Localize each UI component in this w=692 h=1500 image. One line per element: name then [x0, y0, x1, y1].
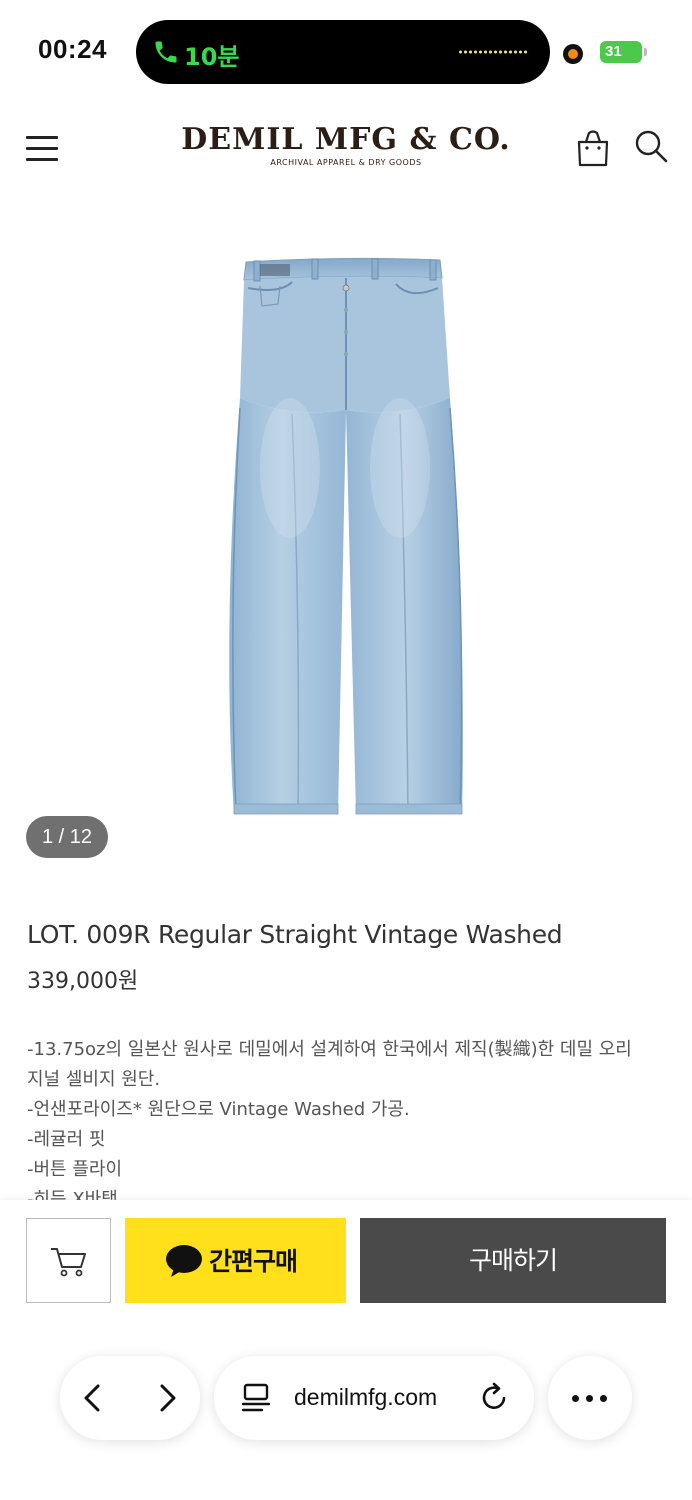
brand-logo[interactable]: DEMIL MFG & CO. ARCHIVAL APPAREL & DRY G… [180, 122, 512, 167]
phone-icon [155, 41, 177, 63]
add-to-cart-button[interactable] [26, 1218, 111, 1303]
description-line: -13.75oz의 일본산 원사로 데밀에서 설계하여 한국에서 제직(製織)한… [27, 1039, 632, 1060]
logo-text: DEMIL MFG & CO. [181, 122, 511, 157]
recording-indicator [563, 44, 583, 64]
menu-icon[interactable] [26, 134, 58, 162]
address-bar[interactable]: demilmfg.com [214, 1356, 534, 1440]
battery-indicator: 31 [600, 41, 642, 63]
product-price: 339,000원 [27, 969, 139, 994]
reader-icon[interactable] [240, 1382, 272, 1414]
product-title: LOT. 009R Regular Straight Vintage Washe… [27, 920, 563, 949]
description-line: -레귤러 핏 [27, 1129, 106, 1150]
back-icon[interactable] [76, 1380, 112, 1416]
call-duration: 10분 [184, 43, 240, 71]
more-icon[interactable] [548, 1356, 632, 1440]
logo-tagline: ARCHIVAL APPAREL & DRY GOODS [270, 158, 422, 167]
battery-tip [644, 48, 647, 56]
description-line: -버튼 플라이 [27, 1159, 123, 1180]
description-line: 지널 셀비지 원단. [27, 1069, 161, 1090]
bag-icon[interactable] [574, 128, 612, 168]
purchase-bar: 간편구매 구매하기 [0, 1200, 692, 1500]
search-icon[interactable] [632, 128, 670, 166]
buy-now-button[interactable]: 구매하기 [360, 1218, 666, 1303]
audio-waveform-icon [458, 49, 528, 55]
chat-bubble-icon [166, 1245, 202, 1277]
kakao-pay-label: 간편구매 [209, 1247, 298, 1276]
browser-nav-pill [60, 1356, 200, 1440]
dynamic-island-call[interactable]: 10분 [136, 20, 550, 84]
kakao-pay-button[interactable]: 간편구매 [125, 1218, 346, 1303]
status-time: 00:24 [38, 34, 107, 64]
product-description: -13.75oz의 일본산 원사로 데밀에서 설계하여 한국에서 제직(製織)한… [27, 1035, 667, 1215]
forward-icon[interactable] [148, 1380, 184, 1416]
reload-icon[interactable] [478, 1380, 512, 1414]
url-text: demilmfg.com [294, 1384, 438, 1410]
cart-icon [51, 1248, 86, 1277]
product-image[interactable] [200, 248, 490, 828]
image-pager: 1 / 12 [26, 816, 108, 858]
description-line: -언샌포라이즈* 원단으로 Vintage Washed 가공. [27, 1099, 410, 1120]
